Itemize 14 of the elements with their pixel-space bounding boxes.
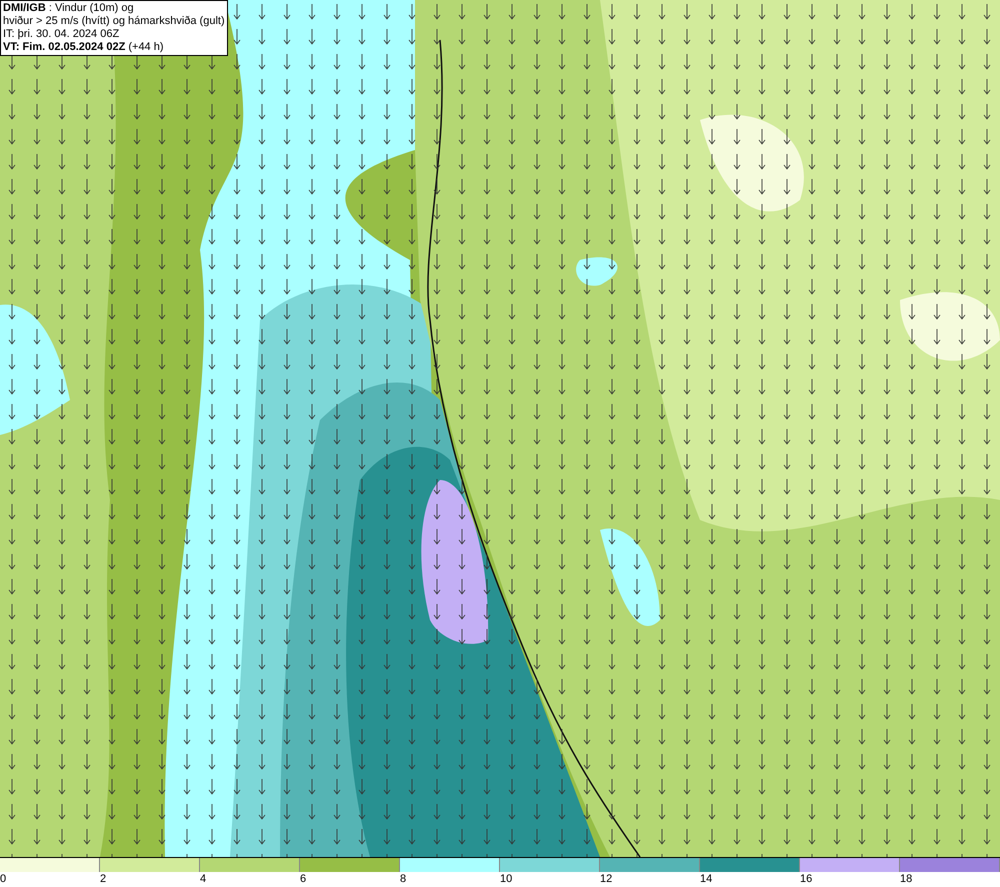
title-text: DMI/IGB : Vindur (10m) og bbox=[3, 2, 135, 15]
tick-label: 6 bbox=[300, 872, 306, 886]
tick-label: 18 bbox=[900, 872, 912, 886]
tick-label: 4 bbox=[200, 872, 206, 886]
title-text: VT: Fim. 02.05.2024 02Z (+44 h) bbox=[3, 41, 165, 54]
tick-label: 16 bbox=[800, 872, 812, 886]
tick-label: 12 bbox=[600, 872, 612, 886]
tick-label: 14 bbox=[700, 872, 712, 886]
tick-label: 8 bbox=[400, 872, 406, 886]
title-text: IT: þri. 30. 04. 2024 06Z bbox=[3, 28, 120, 41]
tick-label: 2 bbox=[100, 872, 106, 886]
tick-label: 10 bbox=[500, 872, 512, 886]
title-text: hviður > 25 m/s (hvítt) og hámarkshviða (gult) bbox=[3, 15, 225, 28]
tick-label: 0 bbox=[0, 872, 6, 886]
